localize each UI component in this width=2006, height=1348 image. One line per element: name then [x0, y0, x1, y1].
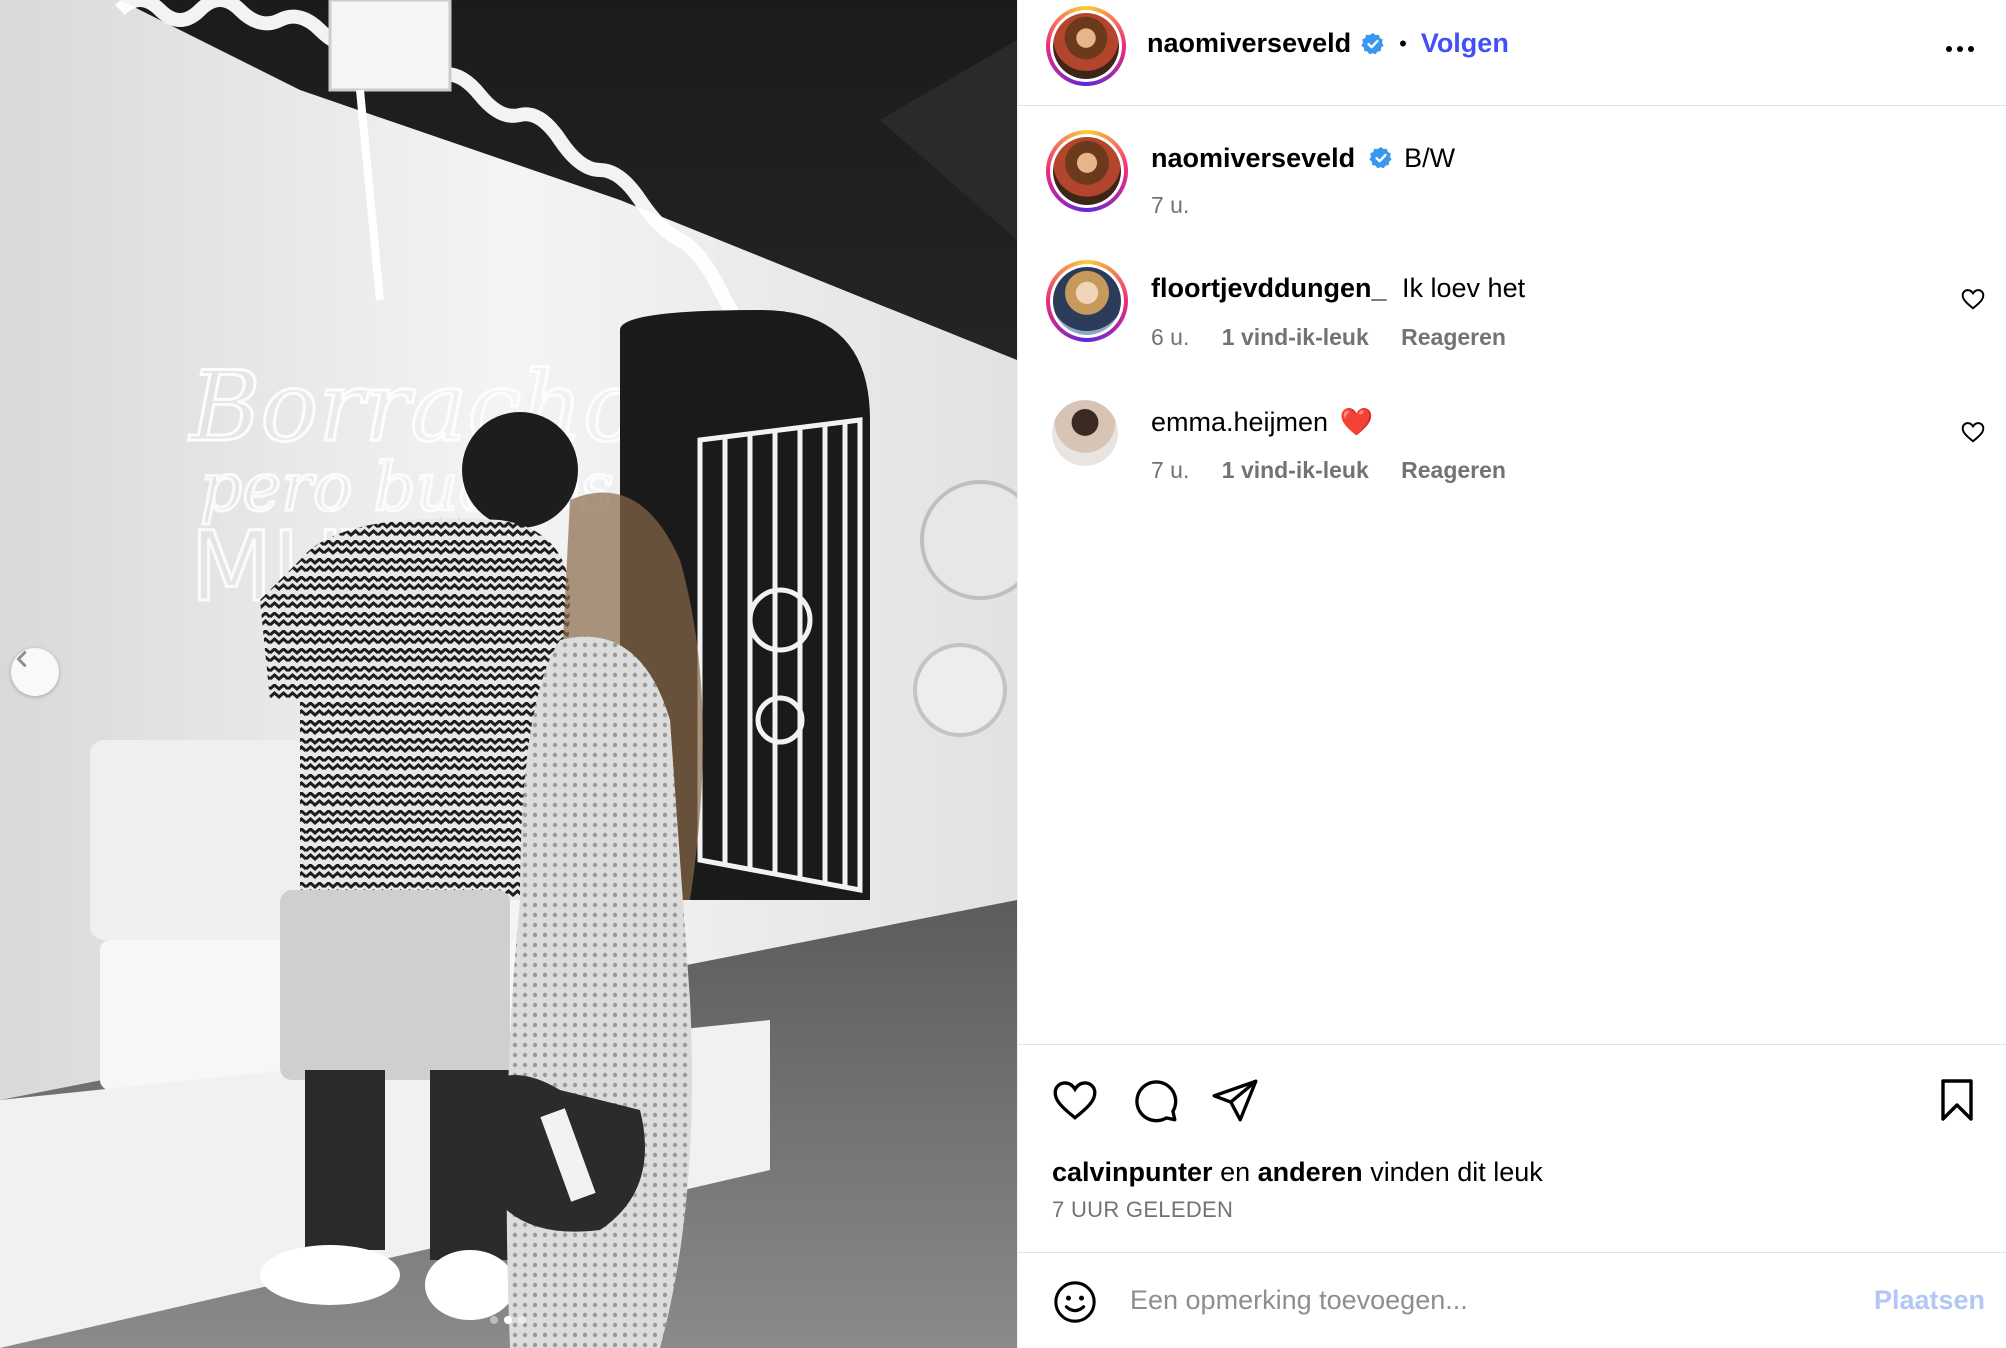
likes-summary: calvinpunter en anderen vinden dit leuk: [1052, 1157, 1543, 1188]
avatar-image: [1053, 137, 1121, 205]
commenter-avatar[interactable]: [1046, 260, 1128, 342]
comment-text: floortjevddungen_ Ik loev het: [1151, 273, 1525, 304]
avatar-image: [1053, 13, 1119, 79]
bookmark-icon: [1941, 1079, 1973, 1121]
post-header: naomiverseveld • Volgen: [1018, 0, 2006, 106]
photo-illustration: Borrachos pero buenos MUY: [0, 0, 1017, 1348]
header-separator: •: [1399, 30, 1407, 56]
caption-body: B/W: [1404, 143, 1456, 173]
comment-like-button[interactable]: [1960, 419, 1986, 450]
comment-body: Ik loev het: [1402, 273, 1526, 303]
share-button[interactable]: [1210, 1075, 1260, 1130]
carousel-dot: [518, 1316, 526, 1324]
reply-button[interactable]: Reageren: [1401, 324, 1506, 350]
caption-avatar[interactable]: [1046, 130, 1128, 212]
caption-time[interactable]: 7 u.: [1151, 192, 1189, 219]
comment-like-button[interactable]: [1960, 286, 1986, 317]
carousel-dots: [490, 1316, 526, 1324]
verified-badge-icon: [1369, 146, 1392, 169]
likes-connector: en: [1220, 1157, 1251, 1187]
comment-time[interactable]: 7 u.: [1151, 457, 1189, 483]
reply-button[interactable]: Reageren: [1401, 457, 1506, 483]
author-avatar[interactable]: [1046, 6, 1126, 86]
post-actions: calvinpunter en anderen vinden dit leuk …: [1018, 1044, 2006, 1254]
heart-outline-icon: [1961, 289, 1985, 310]
verified-badge-icon: [1361, 32, 1384, 54]
author-username[interactable]: naomiverseveld: [1147, 28, 1351, 59]
follow-button[interactable]: Volgen: [1421, 28, 1509, 59]
more-options-icon: [1946, 46, 1974, 52]
post-timestamp[interactable]: 7 UUR GELEDEN: [1052, 1197, 1233, 1223]
likes-suffix: vinden dit leuk: [1370, 1157, 1543, 1187]
paper-plane-icon: [1212, 1079, 1258, 1122]
comment-button[interactable]: [1130, 1075, 1180, 1130]
carousel-dot: [490, 1316, 498, 1324]
comment-bubble-icon: [1135, 1080, 1178, 1123]
emoji-button[interactable]: [1052, 1279, 1098, 1330]
comment-likes[interactable]: 1 vind-ik-leuk: [1222, 457, 1369, 483]
likes-others[interactable]: anderen: [1258, 1157, 1363, 1187]
caption-username[interactable]: naomiverseveld: [1151, 143, 1355, 173]
heart-icon: [1053, 1081, 1097, 1120]
commenter-avatar[interactable]: [1052, 400, 1118, 466]
comment-username[interactable]: emma.heijmen: [1151, 407, 1328, 437]
post-photo: Borrachos pero buenos MUY: [0, 0, 1017, 1348]
avatar-image: [1052, 400, 1118, 466]
caption-text: naomiverseveld B/W: [1151, 143, 1455, 174]
comment-text: emma.heijmen ❤️: [1151, 406, 1373, 438]
comment-input[interactable]: [1130, 1275, 1830, 1325]
svg-text:Borrachos: Borrachos: [188, 351, 690, 463]
comment-time[interactable]: 6 u.: [1151, 324, 1189, 350]
chevron-left-icon: [16, 651, 27, 667]
comment-username[interactable]: floortjevddungen_: [1151, 273, 1387, 303]
comment-meta: 7 u. 1 vind-ik-leuk Reageren: [1151, 457, 1506, 484]
post-side-panel: naomiverseveld • Volgen naomiverseveld B…: [1017, 0, 2006, 1348]
post-comment-button[interactable]: Plaatsen: [1874, 1285, 1985, 1316]
carousel-prev-button[interactable]: [11, 648, 59, 696]
likes-user[interactable]: calvinpunter: [1052, 1157, 1213, 1187]
comment-likes[interactable]: 1 vind-ik-leuk: [1222, 324, 1369, 350]
carousel-dot-active: [504, 1316, 512, 1324]
heart-outline-icon: [1961, 422, 1985, 443]
comment-meta: 6 u. 1 vind-ik-leuk Reageren: [1151, 324, 1506, 351]
comment-bar: Plaatsen: [1018, 1252, 2006, 1348]
more-options-button[interactable]: [1943, 32, 1977, 71]
comment-body: ❤️: [1339, 407, 1374, 437]
save-button[interactable]: [1933, 1075, 1981, 1130]
avatar-image: [1053, 267, 1121, 335]
emoji-smile-icon: [1054, 1281, 1096, 1323]
like-button[interactable]: [1050, 1075, 1100, 1130]
